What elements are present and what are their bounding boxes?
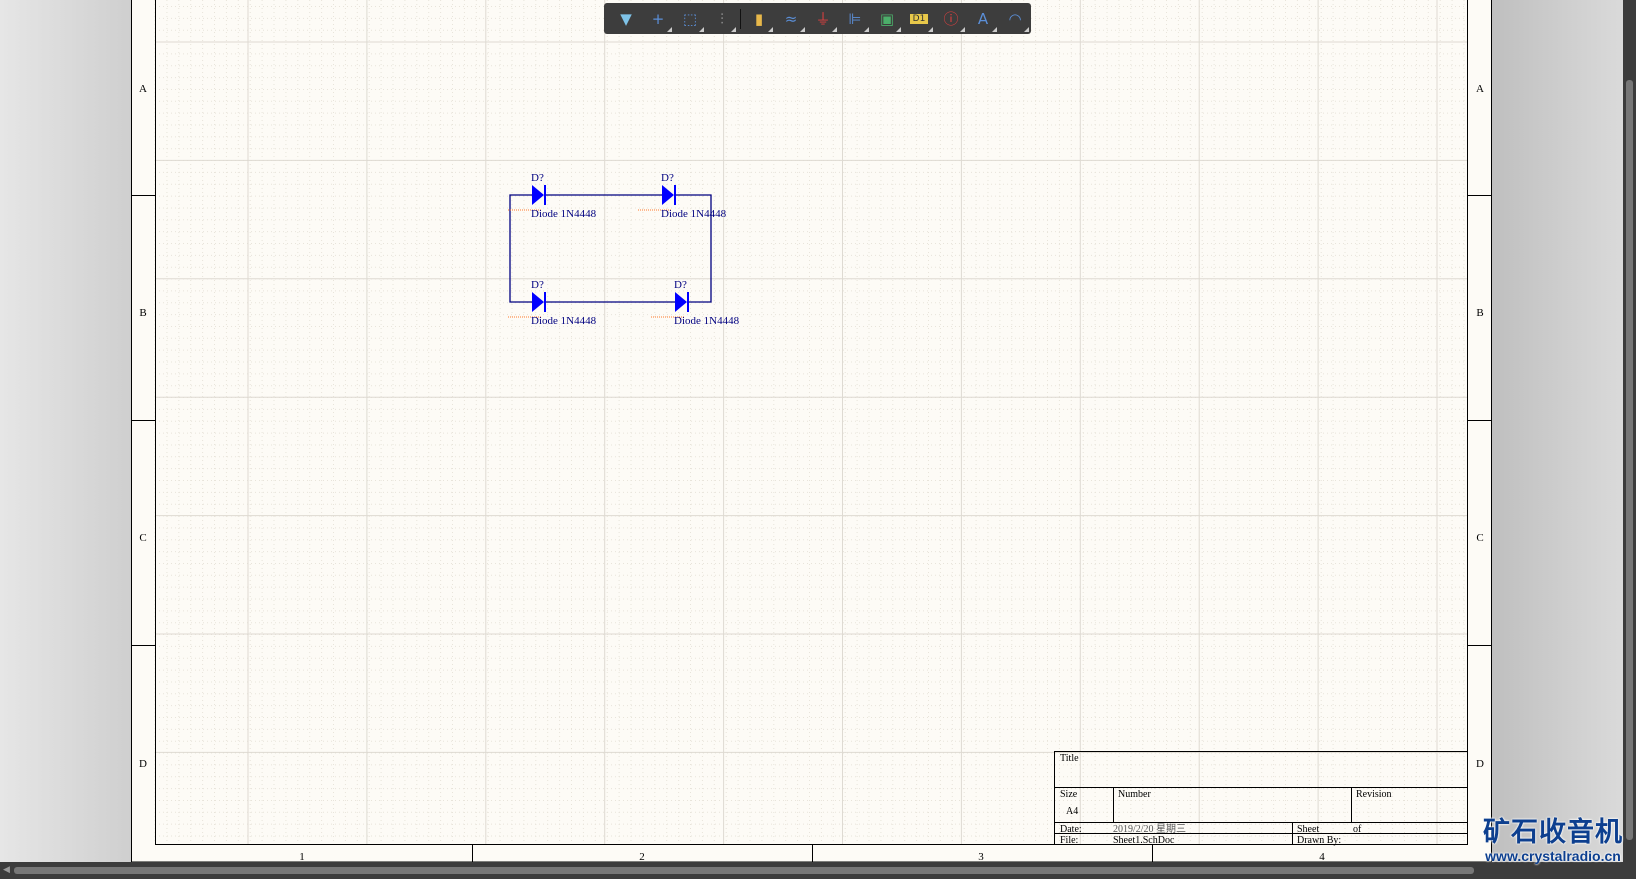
date-label: Date: — [1060, 824, 1082, 835]
toolbar-button-bus-harness[interactable]: ⊫ — [839, 3, 871, 34]
file-value: Sheet1.SchDoc — [1113, 835, 1175, 846]
toolbar-button-wire[interactable]: ≈ — [775, 3, 807, 34]
component-icon: ▮ — [754, 9, 764, 28]
zone-row-label-left: A — [139, 83, 147, 95]
vertical-scroll-thumb[interactable] — [1626, 80, 1633, 840]
size-label: Size — [1060, 789, 1078, 800]
align-icon: ⫶ — [720, 9, 724, 28]
toolbar-button-filter[interactable]: ▼ — [610, 3, 642, 34]
toolbar-button-align[interactable]: ⫶ — [706, 3, 738, 34]
date-value: 2019/2/20 星期三 — [1113, 823, 1186, 835]
text-icon: A — [977, 9, 989, 28]
watermark-url: www.crystalradio.cn — [1485, 848, 1621, 864]
zone-row-label-left: B — [139, 307, 146, 319]
diode-designator: D? — [531, 172, 544, 184]
toolbar-button-port[interactable]: D1 — [903, 3, 935, 34]
diode-comment: Diode 1N4448 — [531, 208, 597, 220]
diode-designator: D? — [661, 172, 674, 184]
sheet-paper — [131, 0, 1492, 862]
dropdown-corner-icon — [699, 27, 704, 32]
dropdown-corner-icon — [832, 27, 837, 32]
toolbar-button-no-erc-directive[interactable]: ⓘ — [935, 3, 967, 34]
toolbar-separator — [740, 8, 741, 29]
active-bar-toolbar: ▼ + ⬚ ⫶ ▮ ≈ ⏚ ⊫ ▣ D1 ⓘ A ◠ — [604, 3, 1031, 34]
dropdown-corner-icon — [928, 27, 933, 32]
toolbar-button-sheet-symbol[interactable]: ▣ — [871, 3, 903, 34]
port-icon: D1 — [909, 13, 929, 24]
horizontal-scrollbar[interactable]: ◀ — [0, 862, 1636, 879]
diode-comment: Diode 1N4448 — [674, 315, 740, 327]
zone-row-label-right: D — [1476, 758, 1484, 770]
crosshair-move-icon: + — [651, 9, 665, 28]
vertical-scrollbar[interactable] — [1623, 0, 1636, 862]
zone-row-label-right: C — [1476, 532, 1483, 544]
zone-row-label-left: C — [139, 532, 146, 544]
revision-label: Revision — [1356, 789, 1392, 800]
dropdown-corner-icon — [992, 27, 997, 32]
toolbar-button-crosshair-move[interactable]: + — [642, 3, 674, 34]
sheet-label: Sheet — [1297, 824, 1319, 835]
scroll-left-arrow-icon[interactable]: ◀ — [3, 865, 10, 875]
dropdown-corner-icon — [896, 27, 901, 32]
toolbar-button-ground-power[interactable]: ⏚ — [807, 3, 839, 34]
file-label: File: — [1060, 835, 1078, 846]
horizontal-scroll-thumb[interactable] — [14, 867, 1474, 874]
dropdown-corner-icon — [864, 27, 869, 32]
sheet-symbol-icon: ▣ — [879, 9, 895, 28]
drawn-by-label: Drawn By: — [1297, 835, 1341, 846]
dropdown-corner-icon — [1024, 27, 1029, 32]
no-erc-directive-icon: ⓘ — [943, 10, 959, 28]
dropdown-corner-icon — [800, 27, 805, 32]
toolbar-button-arc[interactable]: ◠ — [999, 3, 1031, 34]
schematic-sheet[interactable]: A AB BC CD D1 2 3 4 D?Diode 1N4448D?Diode 1N444… — [0, 0, 1636, 879]
dropdown-corner-icon — [667, 27, 672, 32]
toolbar-button-text[interactable]: A — [967, 3, 999, 34]
zone-row-label-right: A — [1476, 83, 1484, 95]
arc-icon: ◠ — [1008, 9, 1022, 28]
watermark: 矿石收音机 www.crystalradio.cn — [1470, 817, 1636, 865]
of-label: of — [1353, 824, 1362, 835]
number-label: Number — [1118, 789, 1151, 800]
zone-row-label-right: B — [1476, 307, 1483, 319]
dropdown-corner-icon — [768, 27, 773, 32]
select-rectangle-icon: ⬚ — [682, 9, 698, 28]
ground-power-icon: ⏚ — [815, 10, 831, 28]
bus-harness-icon: ⊫ — [848, 9, 862, 28]
diode-designator: D? — [531, 279, 544, 291]
wire-icon: ≈ — [784, 9, 798, 28]
diode-comment: Diode 1N4448 — [531, 315, 597, 327]
dropdown-corner-icon — [960, 27, 965, 32]
toolbar-button-select-rectangle[interactable]: ⬚ — [674, 3, 706, 34]
title-label: Title — [1060, 753, 1079, 764]
zone-row-label-left: D — [139, 758, 147, 770]
size-value: A4 — [1066, 806, 1078, 817]
watermark-title: 矿石收音机 — [1483, 817, 1623, 848]
diode-designator: D? — [674, 279, 687, 291]
dropdown-corner-icon — [731, 27, 736, 32]
toolbar-button-component[interactable]: ▮ — [743, 3, 775, 34]
filter-icon: ▼ — [620, 9, 632, 28]
diode-comment: Diode 1N4448 — [661, 208, 727, 220]
